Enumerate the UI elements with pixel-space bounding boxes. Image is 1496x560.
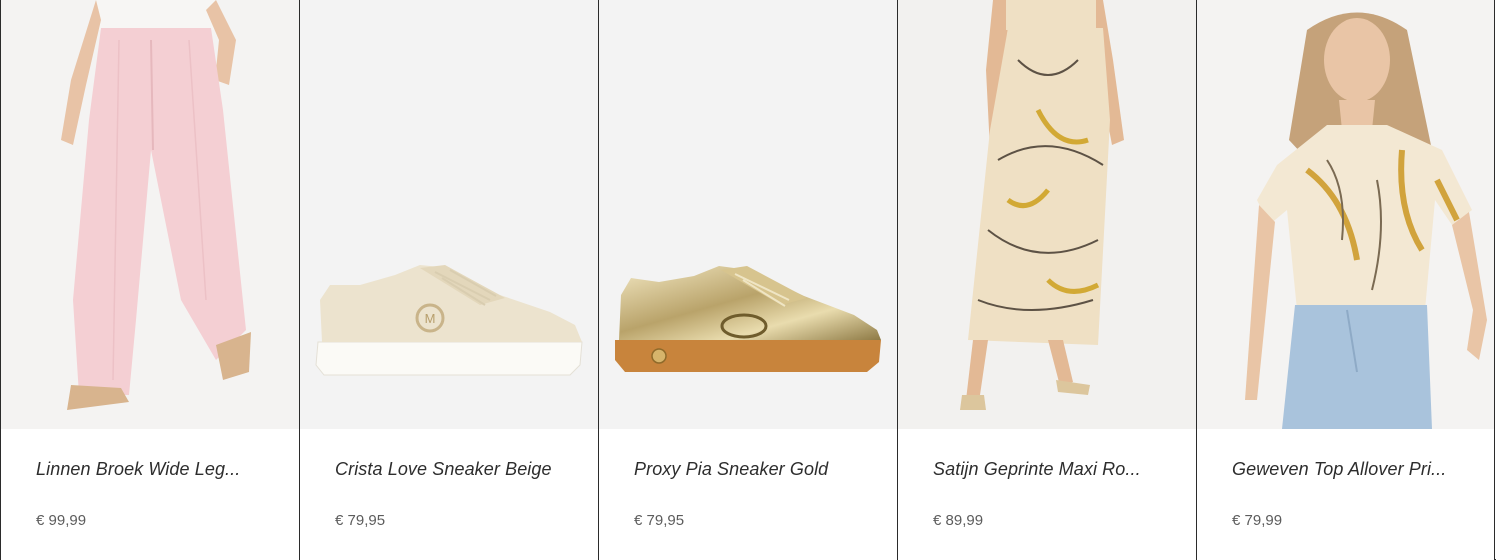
product-title[interactable]: Satijn Geprinte Maxi Ro... xyxy=(933,459,1173,480)
product-title[interactable]: Crista Love Sneaker Beige xyxy=(335,459,575,480)
product-image[interactable]: M xyxy=(300,0,598,429)
product-price: € 79,99 xyxy=(1232,512,1283,529)
product-image[interactable] xyxy=(1,0,299,429)
product-title[interactable]: Linnen Broek Wide Leg... xyxy=(36,459,276,480)
product-price: € 79,95 xyxy=(335,512,386,529)
product-info: Crista Love Sneaker Beige € 79,95 xyxy=(300,429,598,560)
product-card[interactable]: Geweven Top Allover Pri... € 79,99 xyxy=(1196,0,1495,560)
product-card[interactable]: Linnen Broek Wide Leg... € 99,99 xyxy=(0,0,299,560)
product-price: € 89,99 xyxy=(933,512,984,529)
product-card[interactable]: M Crista Love Sneaker Beige € 79,95 xyxy=(299,0,598,560)
product-grid: Linnen Broek Wide Leg... € 99,99 M Crist… xyxy=(0,0,1496,560)
product-info: Satijn Geprinte Maxi Ro... € 89,99 xyxy=(898,429,1196,560)
product-info: Linnen Broek Wide Leg... € 99,99 xyxy=(1,429,299,560)
product-image[interactable] xyxy=(1197,0,1494,429)
product-image[interactable] xyxy=(599,0,897,429)
product-info: Geweven Top Allover Pri... € 79,99 xyxy=(1197,429,1494,560)
product-image[interactable] xyxy=(898,0,1196,429)
product-card[interactable]: Proxy Pia Sneaker Gold € 79,95 xyxy=(598,0,897,560)
svg-text:M: M xyxy=(425,311,436,326)
product-title[interactable]: Geweven Top Allover Pri... xyxy=(1232,459,1472,480)
product-title[interactable]: Proxy Pia Sneaker Gold xyxy=(634,459,874,480)
product-info: Proxy Pia Sneaker Gold € 79,95 xyxy=(599,429,897,560)
product-price: € 79,95 xyxy=(634,512,685,529)
product-price: € 99,99 xyxy=(36,512,87,529)
product-card[interactable]: Satijn Geprinte Maxi Ro... € 89,99 xyxy=(897,0,1196,560)
